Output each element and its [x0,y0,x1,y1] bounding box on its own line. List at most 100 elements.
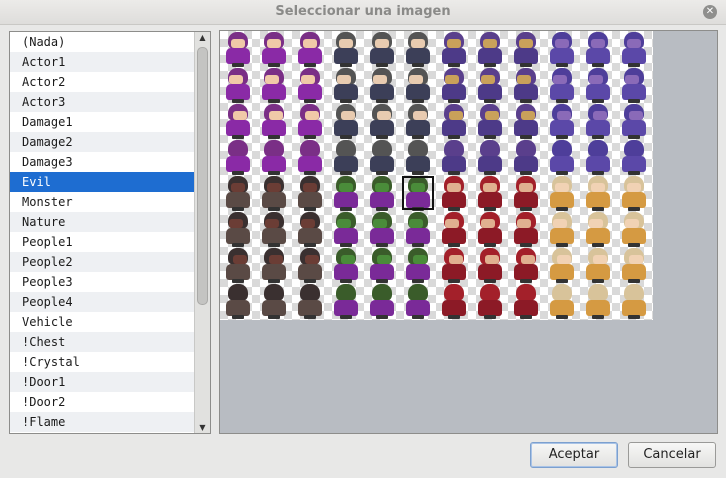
sprite-cell[interactable] [256,247,292,283]
sprite-cell[interactable] [616,175,652,211]
sprite-cell[interactable] [400,103,436,139]
sprite-cell[interactable] [400,247,436,283]
sprite-cell[interactable] [508,283,544,319]
list-item[interactable]: Vehicle [10,312,210,332]
sprite-cell[interactable] [328,247,364,283]
sprite-cell[interactable] [472,139,508,175]
list-item[interactable]: Monster [10,192,210,212]
list-item[interactable]: !Door1 [10,372,210,392]
list-item[interactable]: !Chest [10,332,210,352]
sprite-cell[interactable] [364,175,400,211]
sprite-cell[interactable] [328,175,364,211]
sprite-cell[interactable] [436,31,472,67]
list-item[interactable]: People1 [10,232,210,252]
sprite-cell[interactable] [328,31,364,67]
sprite-cell[interactable] [580,283,616,319]
sprite-cell[interactable] [472,67,508,103]
sprite-cell[interactable] [544,175,580,211]
sprite-cell[interactable] [616,247,652,283]
list-item[interactable]: Damage1 [10,112,210,132]
sprite-cell[interactable] [616,67,652,103]
sprite-cell[interactable] [292,67,328,103]
sprite-cell[interactable] [292,139,328,175]
scrollbar-thumb[interactable] [197,47,208,305]
sprite-cell[interactable] [220,211,256,247]
sprite-cell[interactable] [436,67,472,103]
sprite-cell[interactable] [256,67,292,103]
image-preview[interactable] [219,30,718,434]
sprite-cell[interactable] [400,211,436,247]
list-item[interactable]: !Crystal [10,352,210,372]
list-item[interactable]: Actor2 [10,72,210,92]
list-item[interactable]: Nature [10,212,210,232]
sprite-cell[interactable] [400,139,436,175]
sprite-cell[interactable] [508,175,544,211]
sprite-cell[interactable] [292,283,328,319]
sprite-cell[interactable] [472,175,508,211]
scroll-down-icon[interactable]: ▼ [195,423,210,432]
list-item[interactable]: Actor3 [10,92,210,112]
list-item[interactable]: (Nada) [10,32,210,52]
sprite-cell[interactable] [580,175,616,211]
sprite-cell[interactable] [508,31,544,67]
sprite-cell[interactable] [364,139,400,175]
sprite-cell[interactable] [508,139,544,175]
sprite-cell[interactable] [328,139,364,175]
sprite-cell[interactable] [580,139,616,175]
sprite-cell[interactable] [580,211,616,247]
sprite-cell[interactable] [544,67,580,103]
sprite-cell[interactable] [364,31,400,67]
sprite-cell[interactable] [292,211,328,247]
sprite-cell[interactable] [220,103,256,139]
sprite-cell[interactable] [400,283,436,319]
sprite-cell[interactable] [580,67,616,103]
sprite-cell[interactable] [616,211,652,247]
sprite-cell[interactable] [220,247,256,283]
sprite-cell[interactable] [508,67,544,103]
sprite-cell[interactable] [580,247,616,283]
sprite-cell[interactable] [220,67,256,103]
sprite-cell[interactable] [364,67,400,103]
sprite-cell[interactable] [256,103,292,139]
sprite-cell[interactable] [544,211,580,247]
sprite-cell[interactable] [400,67,436,103]
list-item[interactable]: People4 [10,292,210,312]
sprite-cell[interactable] [364,283,400,319]
sprite-cell[interactable] [544,31,580,67]
sprite-sheet[interactable] [220,31,653,320]
list-item[interactable]: People2 [10,252,210,272]
sprite-cell[interactable] [292,31,328,67]
sprite-cell[interactable] [580,31,616,67]
sprite-cell[interactable] [436,175,472,211]
accept-button[interactable]: Aceptar [530,442,618,468]
sprite-cell[interactable] [472,211,508,247]
close-icon[interactable]: ✕ [703,5,717,19]
scroll-up-icon[interactable]: ▲ [195,33,210,42]
sprite-cell[interactable] [544,283,580,319]
list-item[interactable]: Actor1 [10,52,210,72]
sprite-cell[interactable] [256,175,292,211]
sprite-cell[interactable] [220,31,256,67]
sprite-cell[interactable] [616,283,652,319]
sprite-cell[interactable] [256,139,292,175]
sprite-cell[interactable] [220,283,256,319]
sprite-cell[interactable] [328,67,364,103]
list-scrollbar[interactable]: ▲ ▼ [194,32,210,433]
list-item[interactable]: People3 [10,272,210,292]
sprite-cell[interactable] [544,103,580,139]
sprite-cell[interactable] [256,211,292,247]
sprite-cell[interactable] [436,283,472,319]
sprite-cell[interactable] [220,175,256,211]
list-item[interactable]: Evil [10,172,210,192]
sprite-cell[interactable] [544,139,580,175]
sprite-cell[interactable] [220,139,256,175]
sprite-cell[interactable] [472,247,508,283]
sprite-cell[interactable] [328,283,364,319]
sprite-cell[interactable] [436,247,472,283]
sprite-cell[interactable] [616,31,652,67]
list-item[interactable]: !Flame [10,412,210,432]
sprite-cell[interactable] [544,247,580,283]
sprite-cell[interactable] [616,103,652,139]
sprite-cell[interactable] [436,103,472,139]
sprite-cell[interactable] [292,247,328,283]
